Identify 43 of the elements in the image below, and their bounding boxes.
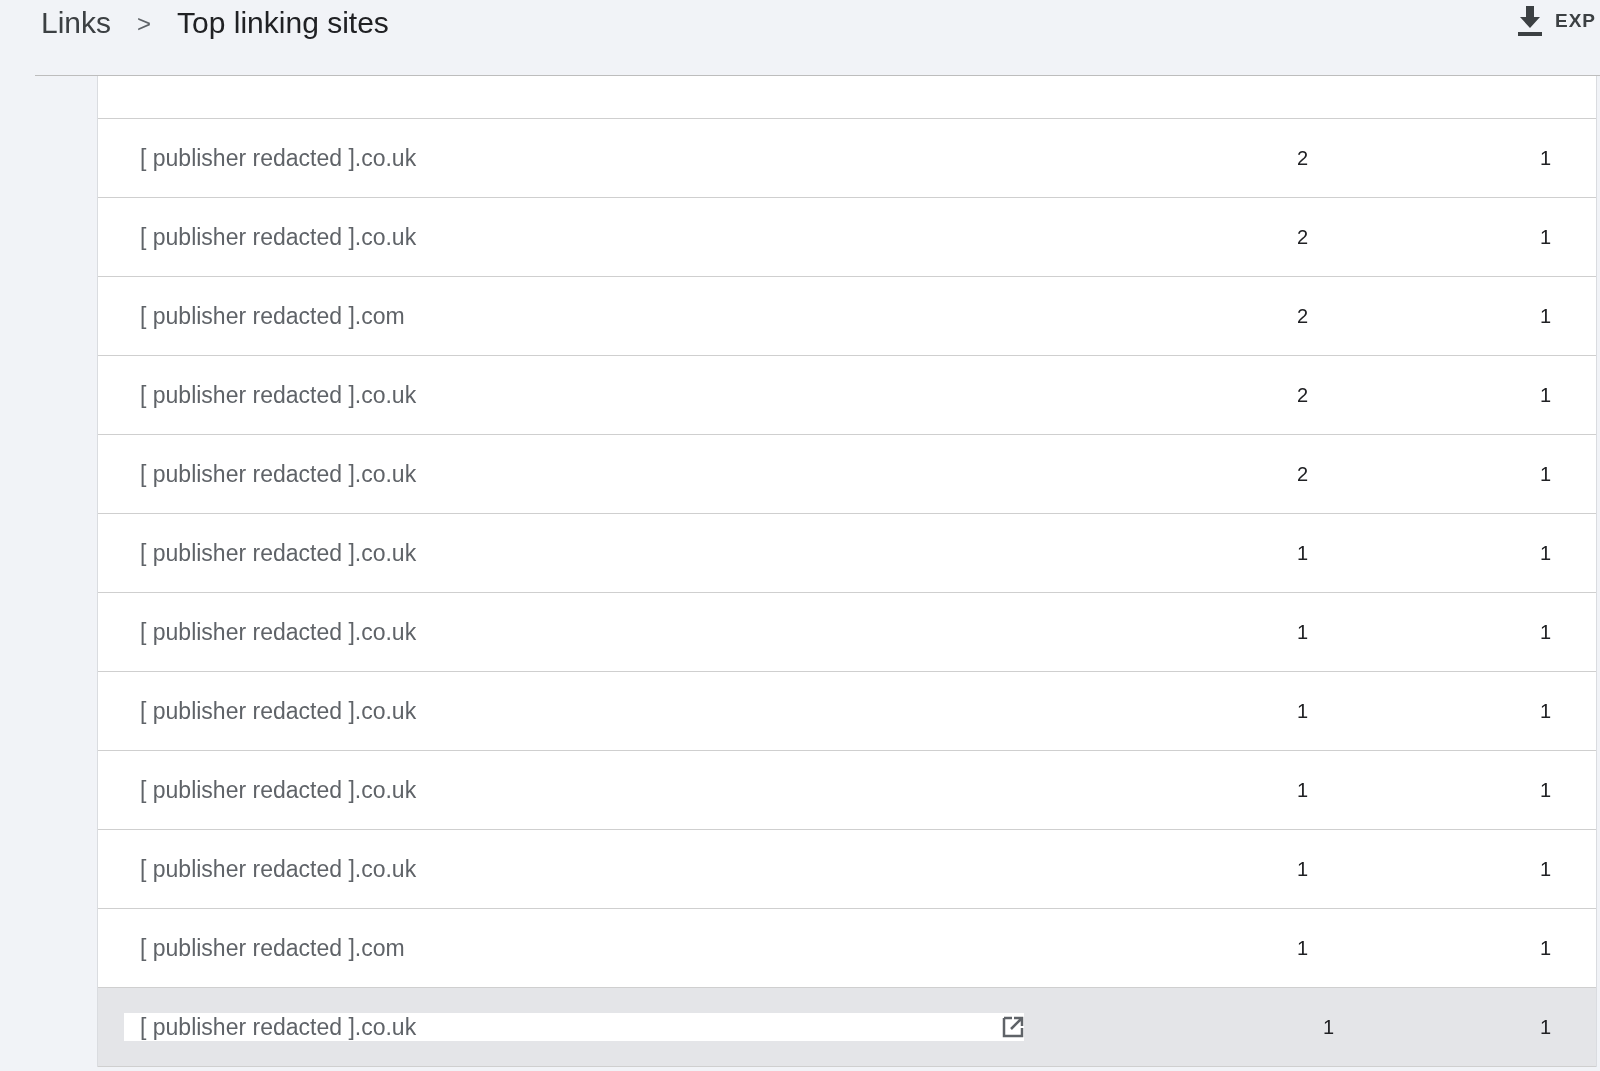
site-name: [ publisher redacted ].co.uk xyxy=(140,697,417,725)
table-cell-text: 1 xyxy=(1295,778,1308,802)
table-cell-text: 1 xyxy=(1538,541,1552,565)
table-cell-text: 1 xyxy=(1538,1015,1552,1039)
table-cell-text: 1 xyxy=(1538,936,1552,960)
table-cell-text: 1 xyxy=(1321,1015,1334,1039)
table-cell-text: 1 xyxy=(1538,383,1552,407)
table-cell-text: 2 xyxy=(1295,462,1308,486)
site-name: [ publisher redacted ].com xyxy=(140,934,405,962)
table-cell-text: 1 xyxy=(1538,304,1552,328)
table-cell-text: 1 xyxy=(1295,620,1308,644)
table-cell-text: 2 xyxy=(1295,225,1308,249)
table-cell-text: 2 xyxy=(1295,304,1308,328)
table-cell-text: 2 xyxy=(1295,146,1308,170)
table-row[interactable]: [ publisher redacted ].co.uk 1 1 xyxy=(98,988,1596,1067)
export-button[interactable]: EXP xyxy=(1516,6,1596,36)
external-link-icon[interactable] xyxy=(1002,1016,1024,1038)
download-icon xyxy=(1516,6,1543,36)
table-cell-text: 2 xyxy=(1295,383,1308,407)
site-name: [ publisher redacted ].com xyxy=(140,302,405,330)
page-title: Top linking sites xyxy=(177,6,389,40)
table-cell-text: 1 xyxy=(1538,699,1552,723)
site-name: [ publisher redacted ].co.uk xyxy=(140,618,417,646)
table-cell-text: 1 xyxy=(1538,462,1552,486)
site-name: [ publisher redacted ].co.uk xyxy=(140,460,417,488)
table-cell-text: 1 xyxy=(1295,936,1308,960)
breadcrumb-link[interactable]: Links xyxy=(41,6,112,40)
table-cell-text: 1 xyxy=(1538,225,1552,249)
table-cell-text: 1 xyxy=(1295,541,1308,565)
table-cell-text: 1 xyxy=(1538,620,1552,644)
site-name: [ publisher redacted ].co.uk xyxy=(140,855,417,883)
table-cell-text: 1 xyxy=(1538,778,1552,802)
table-cell-text: 1 xyxy=(1538,857,1552,881)
site-name: [ publisher redacted ].co.uk xyxy=(140,1013,417,1041)
table-cell-text: 1 xyxy=(1295,857,1308,881)
table-cell-text: 1 xyxy=(1295,699,1308,723)
site-name: [ publisher redacted ].co.uk xyxy=(140,539,417,567)
site-name: [ publisher redacted ].co.uk xyxy=(140,776,417,804)
site-name: [ publisher redacted ].co.uk xyxy=(140,223,417,251)
table-cell-text: 1 xyxy=(1538,146,1552,170)
site-name: [ publisher redacted ].co.uk xyxy=(140,144,417,172)
breadcrumb-separator: > xyxy=(137,10,152,38)
site-name: [ publisher redacted ].co.uk xyxy=(140,381,417,409)
